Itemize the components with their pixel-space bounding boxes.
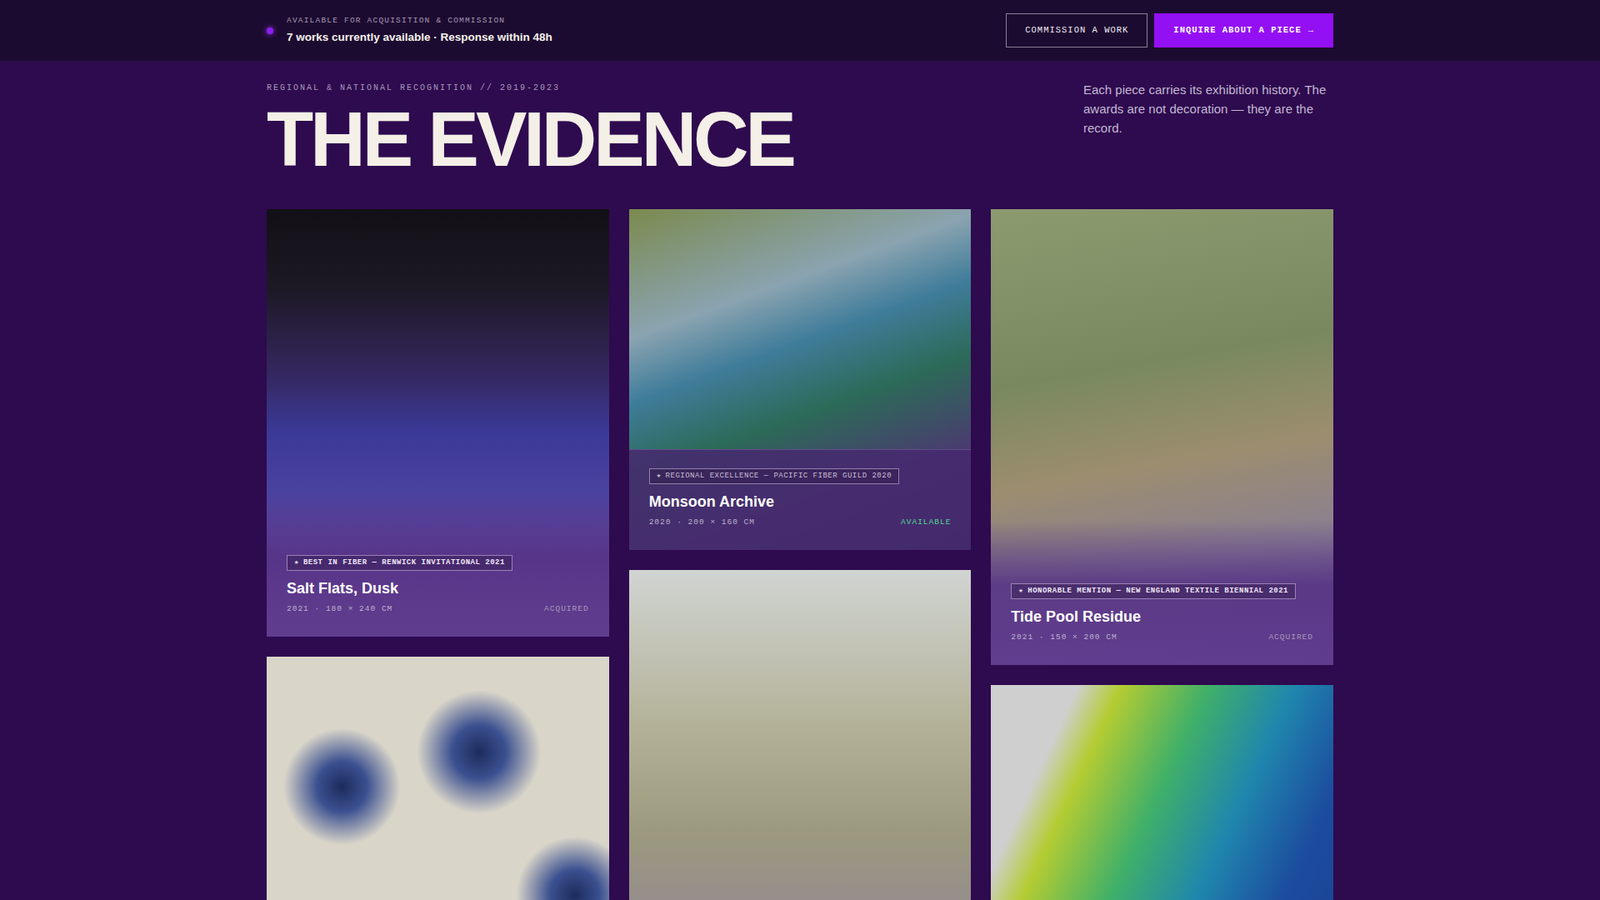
availability-eyebrow: AVAILABLE FOR ACQUISITION & COMMISSION (286, 15, 553, 26)
top-bar: AVAILABLE FOR ACQUISITION & COMMISSION 7 … (0, 0, 1600, 62)
work-meta: 2021 · 180 × 240 CM (286, 603, 393, 615)
section-heading-group: REGIONAL & NATIONAL RECOGNITION // 2019-… (266, 61, 794, 178)
work-title: Salt Flats, Dusk (286, 579, 590, 599)
status-dot-icon (266, 27, 274, 35)
section-eyebrow: REGIONAL & NATIONAL RECOGNITION // 2019-… (266, 81, 794, 95)
award-text: HONORABLE MENTION — NEW ENGLAND TEXTILE … (1027, 586, 1289, 597)
section-title: THE EVIDENCE (266, 100, 794, 178)
work-title: Tide Pool Residue (1010, 607, 1314, 627)
section-header: REGIONAL & NATIONAL RECOGNITION // 2019-… (266, 61, 1334, 178)
work-card[interactable]: ★BEST IN FIBER — RENWICK INVITATIONAL 20… (266, 209, 610, 637)
work-card[interactable]: ★HONORABLE MENTION — NEW ENGLAND TEXTILE… (990, 209, 1334, 665)
work-meta-row: 2021 · 150 × 200 CM ACQUIRED (1010, 631, 1314, 644)
work-card[interactable]: ★REGIONAL EXCELLENCE — PACIFIC FIBER GUI… (629, 209, 972, 550)
award-badge: ★BEST IN FIBER — RENWICK INVITATIONAL 20… (286, 555, 513, 572)
star-icon: ★ (656, 471, 662, 482)
works-column: ★BEST IN FIBER — RENWICK INVITATIONAL 20… (266, 209, 610, 900)
work-status: ACQUIRED (1268, 631, 1314, 644)
inquire-button[interactable]: INQUIRE ABOUT A PIECE → (1154, 13, 1334, 48)
availability-summary: 7 works currently available · Response w… (286, 30, 553, 45)
arrow-icon: → (1308, 24, 1315, 38)
award-badge: ★HONORABLE MENTION — NEW ENGLAND TEXTILE… (1010, 583, 1296, 600)
work-caption: ★REGIONAL EXCELLENCE — PACIFIC FIBER GUI… (629, 449, 972, 550)
work-meta-row: 2021 · 180 × 240 CM ACQUIRED (286, 603, 590, 615)
work-card[interactable] (629, 570, 972, 900)
award-text: BEST IN FIBER — RENWICK INVITATIONAL 202… (303, 558, 505, 569)
work-meta: 2020 · 200 × 160 CM (649, 516, 755, 529)
star-icon: ★ (294, 558, 300, 569)
award-badge: ★REGIONAL EXCELLENCE — PACIFIC FIBER GUI… (649, 468, 900, 485)
work-meta-row: 2020 · 200 × 160 CM AVAILABLE (649, 516, 952, 529)
evidence-section: REGIONAL & NATIONAL RECOGNITION // 2019-… (266, 61, 1334, 900)
work-card[interactable] (990, 685, 1334, 900)
button-label: COMMISSION A WORK (1025, 24, 1129, 38)
work-title: Monsoon Archive (649, 492, 952, 512)
work-caption: ★BEST IN FIBER — RENWICK INVITATIONAL 20… (266, 491, 610, 637)
star-icon: ★ (1018, 586, 1024, 597)
works-column: ★HONORABLE MENTION — NEW ENGLAND TEXTILE… (990, 209, 1334, 900)
works-grid: ★BEST IN FIBER — RENWICK INVITATIONAL 20… (266, 209, 1334, 900)
top-bar-inner: AVAILABLE FOR ACQUISITION & COMMISSION 7 … (266, 6, 1334, 55)
work-status: AVAILABLE (900, 516, 951, 529)
button-label: INQUIRE ABOUT A PIECE (1173, 24, 1301, 38)
work-meta: 2021 · 150 × 200 CM (1010, 631, 1117, 644)
work-caption: ★HONORABLE MENTION — NEW ENGLAND TEXTILE… (990, 520, 1334, 665)
works-column: ★REGIONAL EXCELLENCE — PACIFIC FIBER GUI… (629, 209, 972, 900)
work-status: ACQUIRED (544, 603, 590, 615)
section-intro: Each piece carries its exhibition histor… (1083, 80, 1334, 138)
top-actions: COMMISSION A WORK INQUIRE ABOUT A PIECE → (1005, 13, 1334, 48)
availability: AVAILABLE FOR ACQUISITION & COMMISSION 7 … (266, 15, 553, 45)
availability-text: AVAILABLE FOR ACQUISITION & COMMISSION 7 … (286, 15, 553, 45)
commission-button[interactable]: COMMISSION A WORK (1005, 13, 1148, 48)
award-text: REGIONAL EXCELLENCE — PACIFIC FIBER GUIL… (665, 471, 892, 482)
work-card[interactable] (266, 656, 610, 900)
